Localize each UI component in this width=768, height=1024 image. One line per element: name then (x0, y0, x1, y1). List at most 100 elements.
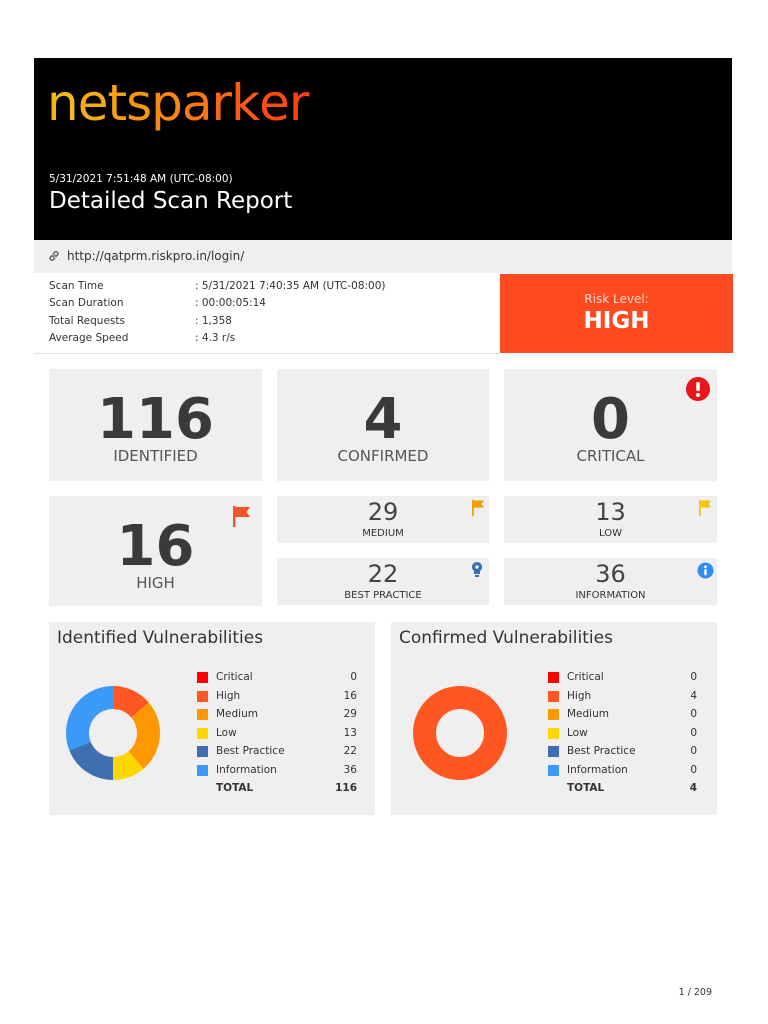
legend-name: Best Practice (216, 745, 285, 757)
target-url[interactable]: http://qatprm.riskpro.in/login/ (67, 249, 244, 263)
legend-count: 0 (690, 708, 697, 720)
legend-total-count: 4 (689, 782, 697, 794)
legend-swatch (197, 727, 208, 739)
low-card: 13 LOW (504, 496, 717, 543)
confirmed-legend: Critical 0 High 4 Medium 0 Low 0 Best Practi… (548, 670, 697, 800)
confirmed-card: 4 CONFIRMED (277, 369, 489, 481)
legend-total-label: TOTAL (216, 782, 254, 794)
legend-swatch (197, 764, 208, 776)
logo-letter: s (126, 74, 152, 132)
legend-row-low: Low 13 (197, 726, 357, 745)
report-title: Detailed Scan Report (49, 188, 293, 214)
legend-swatch (548, 727, 559, 739)
logo-letter: r (211, 74, 233, 132)
legend-row-total: TOTAL 4 (548, 781, 697, 800)
report-header: netsparker 5/31/2021 7:51:48 AM (UTC-08:… (34, 58, 732, 240)
logo-letter: a (181, 74, 213, 132)
logo-letter: k (231, 74, 260, 132)
legend-name: Medium (216, 708, 258, 720)
legend-swatch (548, 672, 559, 683)
information-label: INFORMATION (575, 590, 646, 601)
legend-name: Low (567, 726, 588, 739)
legend-count: 0 (690, 763, 697, 776)
medium-label: MEDIUM (362, 528, 404, 539)
legend-count: 0 (690, 671, 697, 683)
legend-name: Low (216, 726, 237, 739)
target-url-bar: http://qatprm.riskpro.in/login/ (34, 240, 732, 273)
legend-count: 13 (343, 726, 357, 739)
information-count: 36 (595, 560, 626, 588)
scan-info-value: : 1,358 (195, 315, 232, 327)
legend-name: Information (216, 763, 277, 776)
risk-level-box: Risk Level: HIGH (500, 274, 733, 353)
legend-name: High (567, 689, 592, 702)
medium-count: 29 (367, 498, 399, 526)
legend-name: Information (567, 763, 628, 776)
legend-swatch (197, 672, 208, 683)
legend-row-information: Information 36 (197, 763, 357, 782)
confirmed-donut-chart (413, 686, 507, 780)
risk-level-label: Risk Level: (584, 292, 649, 306)
legend-name: Critical (567, 671, 604, 683)
legend-count: 4 (690, 689, 697, 702)
medium-card: 29 MEDIUM (277, 496, 489, 543)
legend-row-critical: Critical 0 (548, 670, 697, 689)
legend-swatch (197, 746, 208, 757)
legend-row-critical: Critical 0 (197, 670, 357, 689)
critical-count: 0 (591, 387, 630, 452)
logo-letter: e (77, 74, 109, 132)
logo-letter: e (259, 74, 290, 132)
legend-row-low: Low 0 (548, 726, 697, 745)
low-label: LOW (599, 528, 622, 539)
legend-row-best-practice: Best Practice 22 (197, 744, 357, 763)
confirmed-vulnerabilities-panel: Confirmed Vulnerabilities Critical 0 High… (391, 622, 717, 815)
legend-swatch (548, 746, 559, 757)
identified-legend: Critical 0 High 16 Medium 29 Low 13 Best Pra… (197, 670, 357, 800)
logo-letter: n (47, 74, 79, 132)
identified-vulnerabilities-panel: Identified Vulnerabilities Critical 0 Hig… (49, 622, 375, 815)
link-icon (49, 251, 59, 261)
panel-title: Confirmed Vulnerabilities (399, 628, 613, 648)
scan-info-value: : 00:00:05:14 (195, 297, 266, 309)
critical-card: 0 CRITICAL (504, 369, 717, 481)
legend-count: 16 (343, 689, 357, 702)
logo-letter: t (107, 74, 127, 132)
legend-swatch (197, 690, 208, 702)
identified-label: IDENTIFIED (113, 447, 198, 465)
legend-count: 29 (343, 708, 357, 720)
best-practice-label: BEST PRACTICE (344, 590, 422, 601)
legend-count: 36 (343, 763, 357, 776)
legend-total-count: 116 (335, 782, 357, 794)
identified-donut-chart (66, 686, 160, 780)
legend-name: Medium (567, 708, 609, 720)
scan-info: Scan Time : 5/31/2021 7:40:35 AM (UTC-08… (34, 273, 500, 354)
best-practice-card: 22 BEST PRACTICE (277, 558, 489, 605)
legend-swatch (548, 709, 559, 720)
identified-count: 116 (97, 387, 214, 452)
high-count: 16 (116, 514, 195, 579)
best-practice-count: 22 (367, 560, 399, 588)
legend-row-high: High 4 (548, 689, 697, 708)
legend-total-label: TOTAL (567, 782, 605, 794)
identified-card: 116 IDENTIFIED (49, 369, 262, 481)
confirmed-count: 4 (363, 387, 403, 452)
legend-count: 0 (690, 726, 697, 739)
scan-info-label: Scan Duration (49, 297, 124, 309)
legend-count: 22 (343, 745, 357, 757)
legend-count: 0 (350, 671, 357, 683)
logo-letter: r (288, 74, 310, 132)
netsparker-logo: netsparker (47, 74, 310, 132)
donut-slice-information (66, 686, 113, 751)
legend-swatch (548, 764, 559, 776)
legend-swatch (197, 709, 208, 720)
critical-label: CRITICAL (576, 447, 645, 465)
low-count: 13 (595, 498, 626, 526)
donut-slice-high (413, 686, 507, 780)
high-label: HIGH (136, 574, 175, 592)
legend-name: Best Practice (567, 745, 636, 757)
legend-row-best-practice: Best Practice 0 (548, 744, 697, 763)
scan-info-label: Scan Time (49, 280, 104, 292)
scan-info-value: : 5/31/2021 7:40:35 AM (UTC-08:00) (195, 280, 386, 292)
page-number: 1 / 209 (678, 987, 712, 998)
high-card: 16 HIGH (49, 496, 262, 606)
